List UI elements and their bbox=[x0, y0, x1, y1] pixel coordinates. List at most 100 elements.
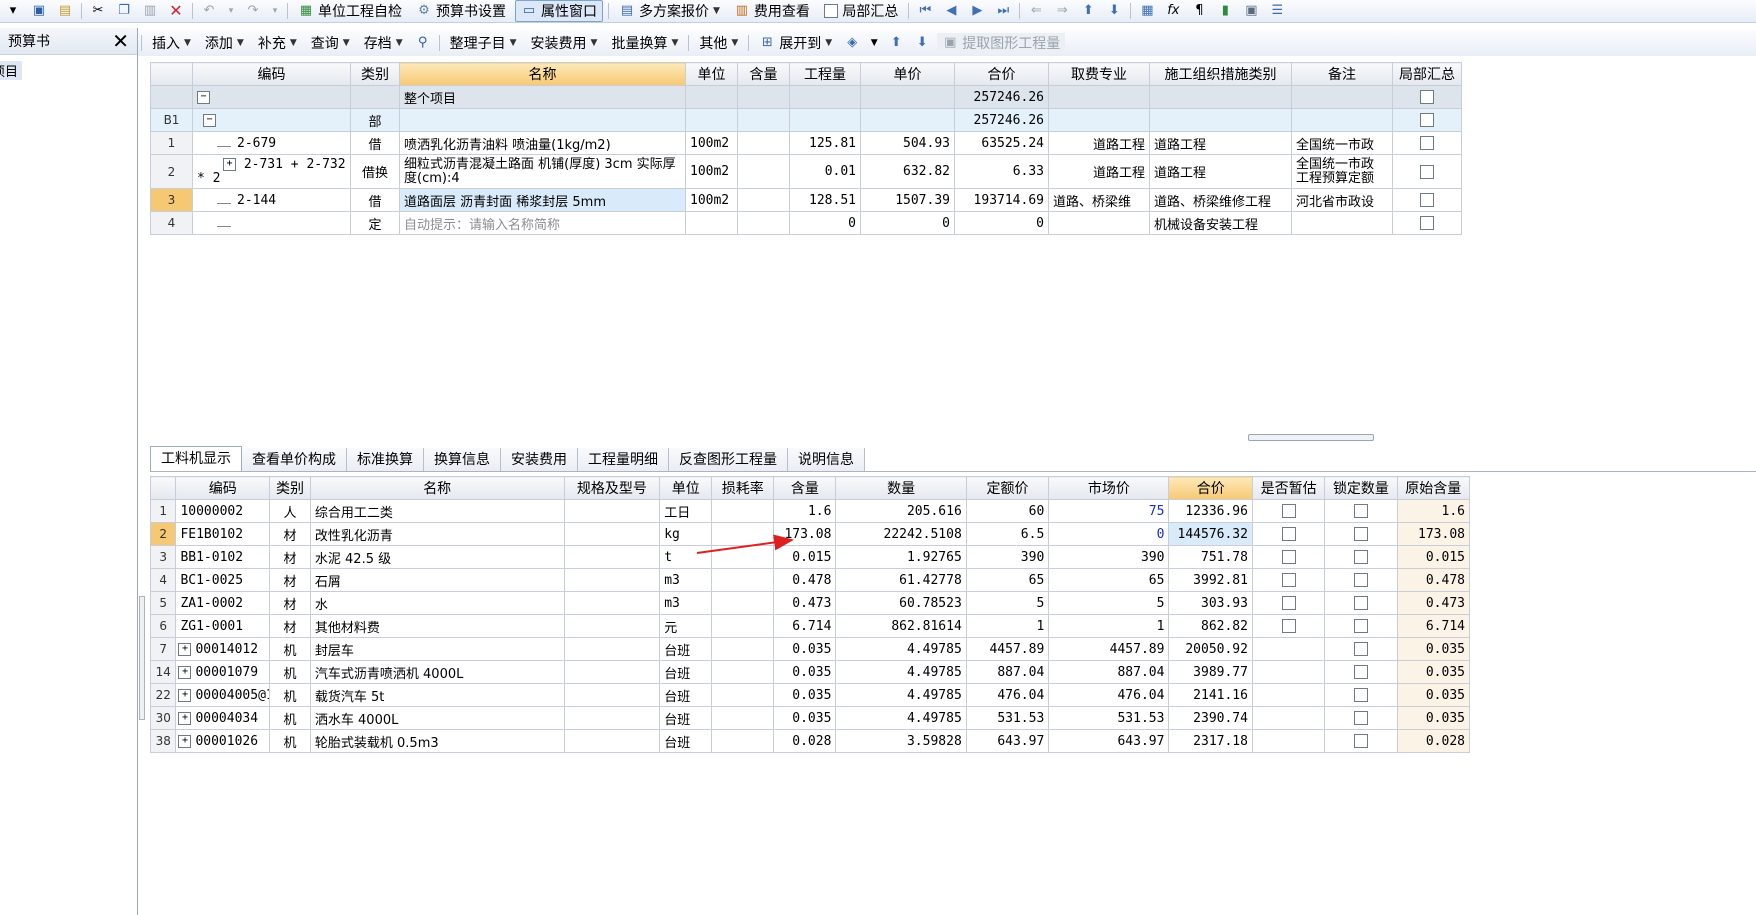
open-folder-icon[interactable]: ▤ bbox=[57, 3, 73, 19]
market-price-cell[interactable]: 643.97 bbox=[1048, 729, 1170, 753]
price-cell[interactable]: 632.82 bbox=[860, 154, 955, 189]
qty-cell[interactable]: 0 bbox=[789, 211, 861, 235]
lock-qty-cell[interactable] bbox=[1324, 499, 1398, 523]
row-checkbox[interactable] bbox=[1281, 596, 1296, 610]
table-row[interactable]: 5 ZA1-0002 材水 m3 0.473 60.78523 5 5 303.93 0.473 bbox=[149, 591, 1471, 615]
tree-item-project[interactable]: 项目 bbox=[0, 61, 22, 80]
quantity-cell[interactable]: 4.49785 bbox=[835, 660, 967, 684]
total-cell[interactable]: 3989.77 bbox=[1168, 660, 1253, 684]
spec-cell[interactable] bbox=[563, 637, 661, 661]
table-row-whole-project[interactable]: − 整个项目 257246.26 bbox=[150, 85, 1462, 109]
code-cell[interactable]: BC1-0025 bbox=[175, 568, 271, 592]
fee-cell[interactable]: 道路工程 bbox=[1048, 131, 1150, 155]
unit-cell[interactable]: 工日 bbox=[659, 499, 713, 523]
price-cell[interactable] bbox=[860, 85, 955, 109]
remark-cell[interactable] bbox=[1291, 85, 1393, 109]
code-cell[interactable]: 2-144 bbox=[192, 188, 351, 212]
type-cell[interactable]: 人 bbox=[269, 499, 311, 523]
tab-conversion-info[interactable]: 换算信息 bbox=[424, 448, 501, 472]
base-price-cell[interactable]: 887.04 bbox=[965, 660, 1050, 684]
price-cell[interactable]: 0 bbox=[860, 211, 955, 235]
row-number[interactable]: 22 bbox=[149, 683, 177, 707]
total-cell[interactable]: 0 bbox=[954, 211, 1049, 235]
tab-unit-price-breakdown[interactable]: 查看单价构成 bbox=[242, 448, 347, 472]
calculator-icon[interactable]: ▦ bbox=[1139, 3, 1155, 19]
partial-summary-cell[interactable] bbox=[1392, 154, 1462, 189]
row-checkbox[interactable] bbox=[1281, 527, 1296, 541]
code-cell[interactable]: − bbox=[192, 108, 351, 132]
content-cell[interactable] bbox=[737, 108, 790, 132]
name-cell[interactable]: 水 bbox=[309, 591, 565, 615]
total-cell[interactable]: 20050.92 bbox=[1168, 637, 1253, 661]
content-cell[interactable]: 0.035 bbox=[773, 660, 837, 684]
name-cell[interactable]: 细粒式沥青混凝土路面 机铺(厚度) 3cm 实际厚度(cm):4 bbox=[399, 154, 686, 189]
total-cell[interactable]: 751.78 bbox=[1168, 545, 1253, 569]
tab-graphic-quantity[interactable]: 反查图形工程量 bbox=[669, 448, 788, 472]
fee-cell[interactable] bbox=[1048, 211, 1150, 235]
loss-rate-cell[interactable] bbox=[711, 499, 775, 523]
unit-check-button[interactable]: ▦ 单位工程自检 bbox=[293, 1, 407, 21]
loss-rate-cell[interactable] bbox=[711, 683, 775, 707]
column-header[interactable]: 类别 bbox=[350, 62, 400, 86]
base-price-cell[interactable]: 4457.89 bbox=[965, 637, 1050, 661]
measure-cell[interactable]: 道路工程 bbox=[1149, 131, 1292, 155]
content-cell[interactable]: 0.035 bbox=[773, 706, 837, 730]
provisional-cell[interactable] bbox=[1251, 729, 1326, 753]
content-cell[interactable]: 6.714 bbox=[773, 614, 837, 638]
column-header[interactable]: 编码 bbox=[175, 476, 271, 500]
measure-cell[interactable] bbox=[1149, 108, 1292, 132]
unit-cell[interactable]: m3 bbox=[659, 591, 713, 615]
unit-cell[interactable]: 100m2 bbox=[685, 154, 738, 189]
column-header[interactable]: 损耗率 bbox=[711, 476, 775, 500]
original-content-cell[interactable]: 0.015 bbox=[1396, 545, 1471, 569]
loss-rate-cell[interactable] bbox=[711, 591, 775, 615]
multi-quote-button[interactable]: ▤ 多方案报价 ▼ bbox=[614, 1, 725, 21]
row-checkbox[interactable] bbox=[1353, 504, 1368, 518]
provisional-cell[interactable] bbox=[1251, 545, 1326, 569]
quantity-cell[interactable]: 4.49785 bbox=[835, 637, 967, 661]
code-cell[interactable]: − bbox=[192, 85, 351, 109]
row-checkbox[interactable] bbox=[1353, 596, 1368, 610]
row-number[interactable]: 6 bbox=[149, 614, 177, 638]
name-cell[interactable]: 自动提示：请输入名称简称 bbox=[399, 211, 686, 235]
table-row[interactable]: 1 10000002 人综合用工二类 工日 1.6 205.616 60 75 12336.96… bbox=[149, 499, 1471, 523]
market-price-cell[interactable]: 4457.89 bbox=[1048, 637, 1170, 661]
unit-cell[interactable] bbox=[685, 108, 738, 132]
type-cell[interactable]: 定 bbox=[350, 211, 400, 235]
total-cell[interactable]: 6.33 bbox=[954, 154, 1049, 189]
name-cell[interactable] bbox=[399, 108, 686, 132]
tab-labor-material-machine[interactable]: 工料机显示 bbox=[150, 446, 242, 472]
move-up-icon[interactable]: ⬆ bbox=[1080, 3, 1096, 19]
provisional-cell[interactable] bbox=[1251, 660, 1326, 684]
lock-qty-cell[interactable] bbox=[1324, 614, 1398, 638]
original-content-cell[interactable]: 0.028 bbox=[1396, 729, 1471, 753]
measure-cell[interactable] bbox=[1149, 85, 1292, 109]
unit-cell[interactable]: 元 bbox=[659, 614, 713, 638]
base-price-cell[interactable]: 1 bbox=[965, 614, 1050, 638]
qty-cell[interactable]: 125.81 bbox=[789, 131, 861, 155]
collapse-icon[interactable]: − bbox=[203, 113, 216, 127]
database-icon[interactable]: ▮ bbox=[1217, 3, 1233, 19]
type-cell[interactable]: 机 bbox=[269, 660, 311, 684]
column-header[interactable]: 市场价 bbox=[1048, 476, 1170, 500]
name-cell[interactable]: 洒水车 4000L bbox=[309, 706, 565, 730]
query-button[interactable]: 查询 ▼ bbox=[306, 33, 355, 53]
table-row[interactable]: 22 +00004005@1 机载货汽车 5t 台班 0.035 4.49785 476.0… bbox=[149, 683, 1471, 707]
total-cell[interactable]: 3992.81 bbox=[1168, 568, 1253, 592]
table-row[interactable]: 6 ZG1-0001 材其他材料费元 6.714 862.81614 1 1 862.82 6.… bbox=[149, 614, 1471, 638]
measure-cell[interactable]: 机械设备安装工程 bbox=[1149, 211, 1292, 235]
unit-cell[interactable]: 台班 bbox=[659, 706, 713, 730]
lock-qty-cell[interactable] bbox=[1324, 591, 1398, 615]
code-cell[interactable] bbox=[192, 211, 351, 235]
column-header[interactable]: 合价 bbox=[954, 62, 1049, 86]
content-cell[interactable] bbox=[737, 154, 790, 189]
content-cell[interactable]: 0.478 bbox=[773, 568, 837, 592]
column-header[interactable]: 取费专业 bbox=[1048, 62, 1150, 86]
next-record-icon[interactable]: ▶ bbox=[969, 3, 985, 19]
original-content-cell[interactable]: 0.035 bbox=[1396, 683, 1471, 707]
column-header[interactable]: 合价 bbox=[1168, 476, 1253, 500]
unit-cell[interactable] bbox=[685, 211, 738, 235]
market-price-cell[interactable]: 1 bbox=[1048, 614, 1170, 638]
total-cell[interactable]: 63525.24 bbox=[954, 131, 1049, 155]
code-cell[interactable]: + 2-731 + 2-732 * 2 bbox=[192, 154, 351, 189]
